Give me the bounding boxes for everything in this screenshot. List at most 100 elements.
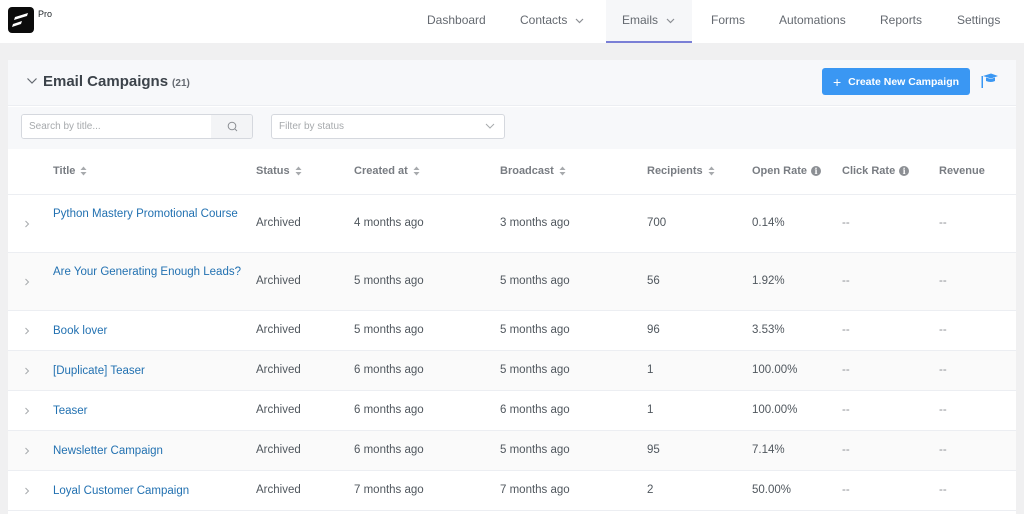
table-row: Loyal Customer Campaign Archived 7 months … — [8, 471, 1016, 511]
campaign-title-link[interactable]: Python Mastery Promotional Course — [53, 205, 241, 223]
cell-created-at: 7 months ago — [354, 484, 424, 496]
expand-chevron-icon[interactable] — [22, 219, 32, 229]
plus-icon: + — [832, 73, 842, 90]
cell-open-rate: 7.14% — [752, 444, 785, 456]
cell-click-rate: -- — [842, 217, 850, 229]
nav-settings[interactable]: Settings — [957, 0, 1000, 43]
search-box — [21, 114, 253, 139]
nav-contacts[interactable]: Contacts — [520, 0, 584, 43]
nav-dashboard[interactable]: Dashboard — [427, 0, 486, 43]
cell-open-rate: 100.00% — [752, 364, 798, 376]
table-row: [Duplicate] Teaser Archived 6 months ago 5 … — [8, 351, 1016, 391]
top-navigation-bar: Pro Dashboard Contacts Emails Forms Auto… — [0, 0, 1024, 43]
cell-click-rate: -- — [842, 484, 850, 496]
nav-forms[interactable]: Forms — [711, 0, 745, 43]
campaign-title-link[interactable]: Are Your Generating Enough Leads? — [53, 263, 241, 281]
nav-label: Reports — [880, 13, 923, 27]
nav-label: Forms — [711, 13, 745, 27]
column-open-rate: Open Rate i — [752, 165, 822, 177]
nav-reports[interactable]: Reports — [880, 0, 922, 43]
expand-chevron-icon[interactable] — [22, 406, 32, 416]
cell-revenue: -- — [939, 404, 947, 416]
create-new-campaign-button[interactable]: + Create New Campaign — [822, 68, 970, 95]
cell-broadcast: 5 months ago — [500, 444, 570, 456]
search-icon — [227, 121, 237, 132]
cell-recipients: 96 — [647, 324, 660, 336]
card-header: Email Campaigns (21) + Create New Campaig… — [8, 60, 1016, 106]
cell-broadcast: 5 months ago — [500, 324, 570, 336]
table-row: Are Your Generating Enough Leads? Archive… — [8, 253, 1016, 311]
nav-label: Contacts — [520, 13, 568, 27]
chevron-down-icon — [666, 1, 675, 41]
nav-automations[interactable]: Automations — [779, 0, 846, 43]
chevron-down-icon — [485, 123, 495, 129]
cell-open-rate: 0.14% — [752, 217, 785, 229]
column-broadcast[interactable]: Broadcast — [500, 165, 566, 177]
column-recipients[interactable]: Recipients — [647, 165, 715, 177]
cell-open-rate: 1.92% — [752, 275, 785, 287]
cell-recipients: 1 — [647, 404, 654, 416]
cell-broadcast: 5 months ago — [500, 364, 570, 376]
logo-icon — [12, 13, 28, 27]
sort-icon — [413, 166, 420, 176]
chevron-down-icon — [575, 1, 584, 41]
graduation-cap-icon[interactable] — [980, 73, 998, 89]
nav-label: Automations — [779, 13, 846, 27]
cell-broadcast: 3 months ago — [500, 217, 570, 229]
filters-bar: Filter by status — [8, 107, 1016, 149]
column-label: Recipients — [647, 165, 703, 177]
expand-chevron-icon[interactable] — [22, 366, 32, 376]
pro-badge: Pro — [38, 9, 53, 19]
nav-label: Settings — [957, 13, 1001, 27]
campaign-title-link[interactable]: Newsletter Campaign — [53, 442, 241, 460]
nav-emails[interactable]: Emails — [606, 0, 692, 43]
cell-recipients: 700 — [647, 217, 667, 229]
campaign-count: (21) — [172, 78, 190, 89]
cell-revenue: -- — [939, 484, 947, 496]
status-filter-placeholder: Filter by status — [279, 121, 345, 132]
search-input[interactable] — [22, 115, 211, 138]
search-button[interactable] — [211, 115, 252, 138]
cell-open-rate: 3.53% — [752, 324, 785, 336]
campaign-title-link[interactable]: Loyal Customer Campaign — [53, 482, 241, 500]
cell-created-at: 4 months ago — [354, 217, 424, 229]
sort-icon — [295, 166, 302, 176]
campaign-title-link[interactable]: Book lover — [53, 322, 241, 340]
cell-created-at: 6 months ago — [354, 404, 424, 416]
cell-created-at: 5 months ago — [354, 324, 424, 336]
column-status[interactable]: Status — [256, 165, 302, 177]
info-icon[interactable]: i — [899, 166, 910, 176]
table-row: Newsletter Campaign Archived 6 months ago 5… — [8, 431, 1016, 471]
cell-status: Archived — [256, 217, 301, 229]
expand-chevron-icon[interactable] — [22, 446, 32, 456]
info-icon[interactable]: i — [811, 166, 822, 176]
sort-icon — [80, 166, 87, 176]
cell-revenue: -- — [939, 364, 947, 376]
cell-open-rate: 50.00% — [752, 484, 792, 496]
column-title[interactable]: Title — [53, 165, 87, 177]
cell-status: Archived — [256, 275, 301, 287]
table-row: Teaser Archived 6 months ago 6 months ago 1 1… — [8, 391, 1016, 431]
cell-created-at: 6 months ago — [354, 364, 424, 376]
campaign-title-link[interactable]: Teaser — [53, 402, 241, 420]
cell-recipients: 1 — [647, 364, 654, 376]
column-label: Title — [53, 165, 76, 177]
cell-broadcast: 6 months ago — [500, 404, 570, 416]
status-filter-select[interactable]: Filter by status — [271, 114, 505, 139]
expand-chevron-icon[interactable] — [22, 326, 32, 336]
column-label: Created at — [354, 165, 408, 177]
expand-chevron-icon[interactable] — [22, 277, 32, 287]
cell-status: Archived — [256, 364, 301, 376]
app-logo[interactable] — [8, 7, 34, 33]
cell-revenue: -- — [939, 217, 947, 229]
cell-recipients: 2 — [647, 484, 654, 496]
expand-chevron-icon[interactable] — [22, 486, 32, 496]
nav-label: Dashboard — [427, 13, 486, 27]
cell-open-rate: 100.00% — [752, 404, 798, 416]
cell-recipients: 56 — [647, 275, 660, 287]
campaign-title-link[interactable]: [Duplicate] Teaser — [53, 362, 241, 380]
column-click-rate: Click Rate i — [842, 165, 910, 177]
column-created-at[interactable]: Created at — [354, 165, 420, 177]
cell-status: Archived — [256, 404, 301, 416]
collapse-chevron-icon[interactable] — [26, 75, 38, 87]
